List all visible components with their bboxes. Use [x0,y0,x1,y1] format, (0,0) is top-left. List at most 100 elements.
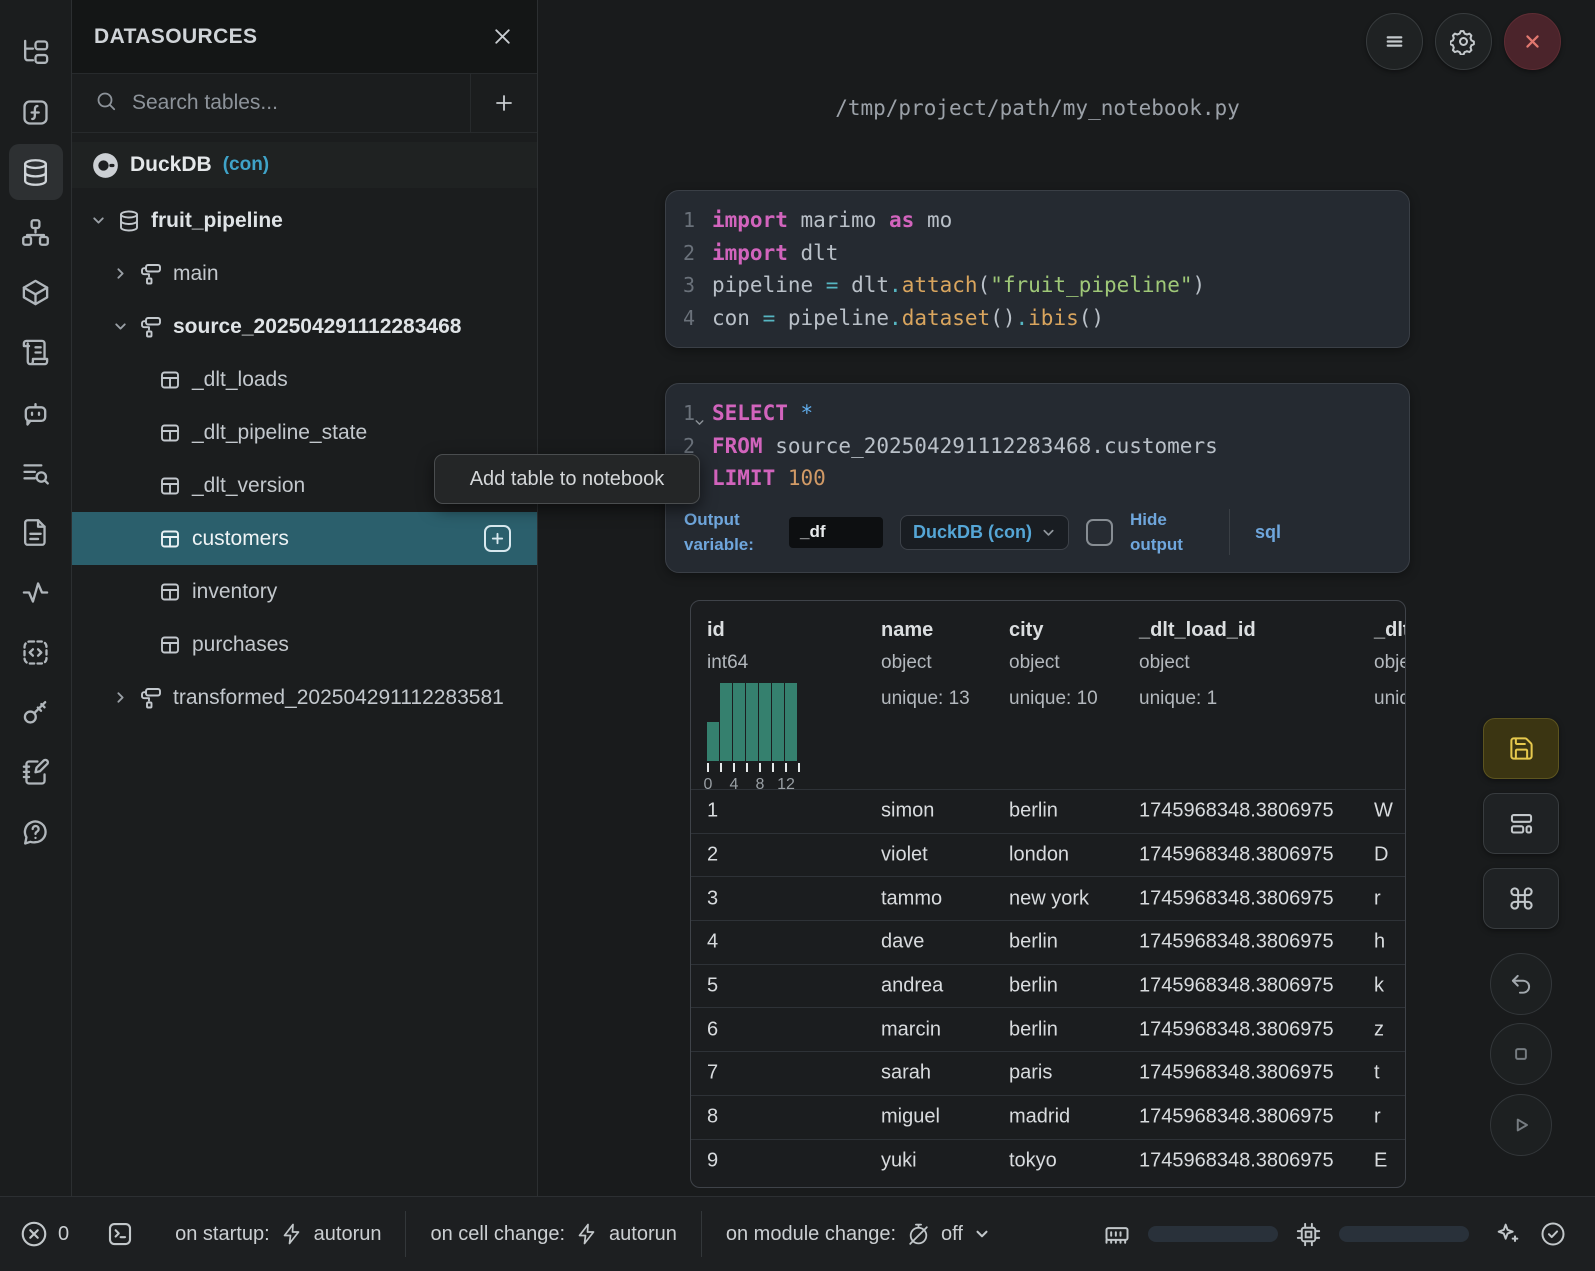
token: * [801,401,814,425]
tree-item-purchases[interactable]: purchases [72,618,537,671]
cell-name: simon [881,800,934,823]
add-table-to-notebook-button[interactable] [484,525,511,552]
result-table[interactable]: idint6404812 nameobjectunique: 13 cityobje… [690,600,1406,1188]
file-tree-icon[interactable] [9,22,63,82]
on-cell-change-value: autorun [609,1223,677,1246]
column-header-_dlt_id[interactable]: _dlt_idobjectunique: 13 [1374,619,1406,710]
run-button[interactable] [1490,1094,1552,1156]
errors-icon[interactable] [19,1219,49,1249]
layout-button[interactable] [1483,793,1559,854]
output-variable-input[interactable]: _df [789,517,883,548]
close-panel-button[interactable] [487,22,517,52]
cell-city: london [1009,844,1069,867]
secrets-key-icon[interactable] [9,682,63,742]
stop-button[interactable] [1490,1023,1552,1085]
column-type: object [1374,652,1406,674]
tree-item-label: transformed_202504291112283581 [173,686,504,710]
datasources-icon[interactable] [9,144,63,200]
column-header-name[interactable]: nameobjectunique: 13 [881,619,970,710]
cell-name: miguel [881,1106,940,1129]
table-row[interactable]: 1simonberlin1745968348.3806975W [691,789,1405,833]
token: = [763,306,776,330]
chevron-down-icon[interactable] [693,410,706,423]
zap-icon [575,1222,599,1246]
table-row[interactable]: 4daveberlin1745968348.3806975h [691,920,1405,964]
dependency-graph-icon[interactable] [9,202,63,262]
table-icon [158,420,183,445]
on-module-change-setting[interactable]: on module change: off [726,1222,991,1247]
column-header-city[interactable]: cityobjectunique: 10 [1009,619,1098,710]
scratchpad-scroll-icon[interactable] [9,322,63,382]
on-startup-setting[interactable]: on startup: autorun [175,1222,381,1246]
hide-output-checkbox[interactable] [1086,519,1113,546]
scratchpad-pen-icon[interactable] [9,742,63,802]
command-palette-button[interactable] [1483,868,1559,929]
shutdown-button[interactable] [1504,13,1561,70]
notebook-path[interactable]: /tmp/project/path/my_notebook.py [665,96,1410,120]
resource-meters [1103,1220,1595,1248]
save-button[interactable] [1483,718,1559,779]
snippets-icon[interactable] [9,622,63,682]
on-cell-change-label: on cell change: [430,1223,565,1246]
connection-header[interactable]: DuckDB (con) [72,142,537,188]
cell-city: new york [1009,887,1089,910]
cell-_dlt_load_id: 1745968348.3806975 [1139,931,1334,954]
memory-usage-bar [1148,1226,1278,1242]
histogram-axis [707,763,799,773]
settings-button[interactable] [1435,13,1492,70]
tree-item-fruit_pipeline[interactable]: fruit_pipeline [72,194,537,247]
undo-button[interactable] [1490,953,1552,1015]
documentation-icon[interactable] [9,502,63,562]
ai-sparkles-icon[interactable] [1494,1220,1522,1248]
table-row[interactable]: 3tammonew york1745968348.3806975r [691,876,1405,920]
column-type: object [1139,652,1256,674]
token: LIMIT [712,466,775,490]
tree-item-inventory[interactable]: inventory [72,565,537,618]
connection-status-icon[interactable] [1539,1220,1567,1248]
tree-item-_dlt_pipeline_state[interactable]: _dlt_pipeline_state [72,406,537,459]
tree-item-transformed_202504291112283581[interactable]: transformed_202504291112283581 [72,671,537,724]
datasources-panel: DATASOURCES DuckDB (con) fruit_pipelinem… [72,0,538,1196]
zap-icon [280,1222,304,1246]
tree-item-source_202504291112283468[interactable]: source_202504291112283468 [72,300,537,353]
table-row[interactable]: 9yukitokyo1745968348.3806975E [691,1139,1405,1183]
menu-button[interactable] [1366,13,1423,70]
token: pipeline [712,273,826,297]
error-count: 0 [58,1223,69,1246]
packages-icon[interactable] [9,262,63,322]
function-square-icon[interactable] [9,82,63,142]
cell-id: 3 [707,887,718,910]
tracing-activity-icon[interactable] [9,562,63,622]
on-cell-change-setting[interactable]: on cell change: autorun [430,1222,676,1246]
tree-item-_dlt_loads[interactable]: _dlt_loads [72,353,537,406]
sql-cell[interactable]: 1SELECT *2FROM source_202504291112283468… [665,383,1410,573]
engine-select[interactable]: DuckDB (con) [900,515,1069,550]
help-icon[interactable] [9,802,63,862]
table-row[interactable]: 8miguelmadrid1745968348.3806975r [691,1095,1405,1139]
table-icon [158,632,183,657]
table-icon [158,367,183,392]
logs-icon[interactable] [9,442,63,502]
code-tokens: SELECT * [712,401,813,425]
cell-city: tokyo [1009,1149,1057,1172]
column-header-_dlt_load_id[interactable]: _dlt_load_idobjectunique: 1 [1139,619,1256,710]
tooltip: Add table to notebook [434,454,700,504]
search-input[interactable] [132,91,412,115]
terminal-icon[interactable] [105,1219,135,1249]
cell-_dlt_load_id: 1745968348.3806975 [1139,1062,1334,1085]
schema-icon [139,685,164,710]
table-row[interactable]: 5andreaberlin1745968348.3806975k [691,964,1405,1008]
token: () [1079,306,1104,330]
python-cell[interactable]: 1import marimo as mo2import dlt3pipeline… [665,190,1410,348]
chat-bot-icon[interactable] [9,382,63,442]
column-header-id[interactable]: idint6404812 [707,619,799,794]
table-row[interactable]: 6marcinberlin1745968348.3806975z [691,1007,1405,1051]
language-badge[interactable]: sql [1255,519,1281,546]
table-row[interactable]: 2violetlondon1745968348.3806975D [691,833,1405,877]
tree-item-main[interactable]: main [72,247,537,300]
add-datasource-button[interactable] [470,74,537,132]
column-name: _dlt_id [1374,619,1406,642]
tree-item-customers[interactable]: customers [72,512,537,565]
table-row[interactable]: 7sarahparis1745968348.3806975t [691,1051,1405,1095]
search-field[interactable] [72,74,470,132]
